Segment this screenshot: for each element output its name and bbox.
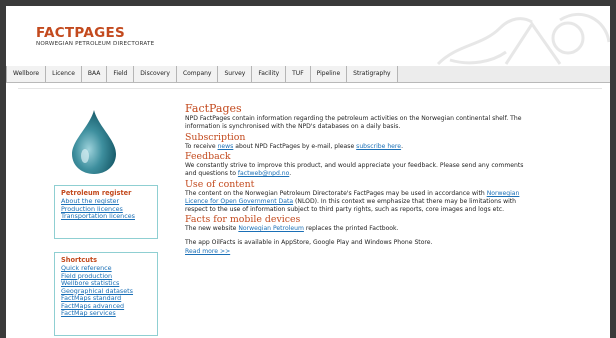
tab-licence[interactable]: Licence bbox=[46, 66, 82, 82]
tab-tuf[interactable]: TUF bbox=[286, 66, 311, 82]
site-header: FACTPAGES NORWEGIAN PETROLEUM DIRECTORAT… bbox=[6, 6, 610, 66]
tab-pipeline[interactable]: Pipeline bbox=[310, 66, 348, 82]
subscription-text-part: To receive bbox=[185, 142, 218, 150]
use-of-content-text: The content on the Norwegian Petroleum D… bbox=[185, 190, 525, 213]
use-of-content-text-part: The content on the Norwegian Petroleum D… bbox=[185, 189, 487, 197]
subscription-heading: Subscription bbox=[185, 131, 246, 143]
tab-wellbore[interactable]: Wellbore bbox=[6, 66, 47, 82]
feedback-text-part: We constantly strive to improve this pro… bbox=[185, 162, 524, 178]
read-more-link[interactable]: Read more >> bbox=[185, 248, 230, 255]
oilfacts-app-text: The app OilFacts is available in AppStor… bbox=[185, 239, 433, 247]
feedback-heading: Feedback bbox=[185, 151, 231, 163]
oil-drop-icon bbox=[72, 110, 116, 174]
tab-field[interactable]: Field bbox=[107, 66, 135, 82]
site-logo-subtitle: NORWEGIAN PETROLEUM DIRECTORATE bbox=[36, 41, 155, 47]
shortcuts-box: Shortcuts Quick reference Field producti… bbox=[54, 252, 158, 336]
tab-facility[interactable]: Facility bbox=[252, 66, 287, 82]
feedback-email-link[interactable]: factweb@npd.no bbox=[238, 170, 289, 177]
mobile-text-part: The new website bbox=[185, 225, 239, 233]
link-factmap-services[interactable]: FactMap services bbox=[61, 309, 153, 318]
factpages-heading: FactPages bbox=[185, 102, 242, 115]
link-transportation-licences[interactable]: Transportation licences bbox=[61, 212, 153, 221]
main-navigation-tabs: Wellbore Licence BAA Field Discovery Com… bbox=[6, 66, 610, 83]
tab-discovery[interactable]: Discovery bbox=[134, 66, 177, 82]
feedback-text-part: . bbox=[289, 170, 292, 178]
main-article: FactPages NPD FactPages contain informat… bbox=[185, 102, 525, 257]
subscription-text-part: about NPD FactPages by e-mail, please bbox=[233, 142, 357, 150]
tab-stratigraphy[interactable]: Stratigraphy bbox=[347, 66, 398, 82]
npd-watermark-icon bbox=[436, 13, 610, 66]
content-area: Petroleum register About the register Pr… bbox=[18, 88, 602, 338]
news-link[interactable]: news bbox=[218, 143, 234, 150]
tab-baa[interactable]: BAA bbox=[81, 66, 108, 82]
site-logo-title[interactable]: FACTPAGES bbox=[36, 25, 125, 41]
mobile-website-text: The new website Norwegian Petroleum repl… bbox=[185, 225, 525, 233]
norwegian-petroleum-link[interactable]: Norwegian Petroleum bbox=[238, 225, 304, 232]
subscribe-here-link[interactable]: subscribe here bbox=[356, 143, 401, 150]
mobile-devices-heading: Facts for mobile devices bbox=[185, 214, 301, 226]
factpages-intro-text: NPD FactPages contain information regard… bbox=[185, 115, 522, 130]
tab-survey[interactable]: Survey bbox=[218, 66, 253, 82]
use-of-content-heading: Use of content bbox=[185, 178, 255, 190]
page-frame: FACTPAGES NORWEGIAN PETROLEUM DIRECTORAT… bbox=[6, 6, 610, 338]
subscription-text-part: . bbox=[401, 142, 403, 150]
read-more-paragraph: Read more >> bbox=[185, 248, 525, 256]
tab-company[interactable]: Company bbox=[176, 66, 219, 82]
subscription-text: To receive news about NPD FactPages by e… bbox=[185, 143, 525, 151]
mobile-text-part: replaces the printed Factbook. bbox=[303, 225, 399, 233]
petroleum-register-box: Petroleum register About the register Pr… bbox=[54, 185, 158, 239]
feedback-text: We constantly strive to improve this pro… bbox=[185, 162, 525, 178]
